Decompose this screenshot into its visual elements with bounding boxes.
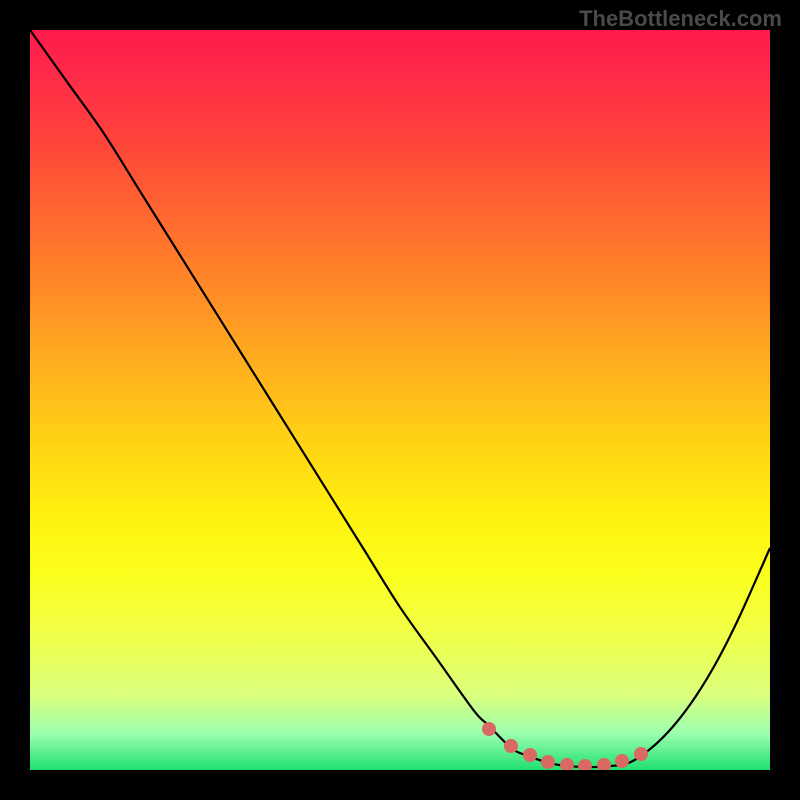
marker-dot (482, 722, 496, 736)
marker-dot (504, 739, 518, 753)
marker-dot (541, 755, 555, 769)
marker-dot (597, 758, 611, 770)
marker-dot (578, 759, 592, 770)
marker-dot (634, 747, 648, 761)
marker-dot (615, 754, 629, 768)
marker-dots-layer (30, 30, 770, 770)
watermark-text: TheBottleneck.com (579, 6, 782, 32)
plot-area (30, 30, 770, 770)
marker-dot (523, 748, 537, 762)
marker-dot (560, 758, 574, 770)
